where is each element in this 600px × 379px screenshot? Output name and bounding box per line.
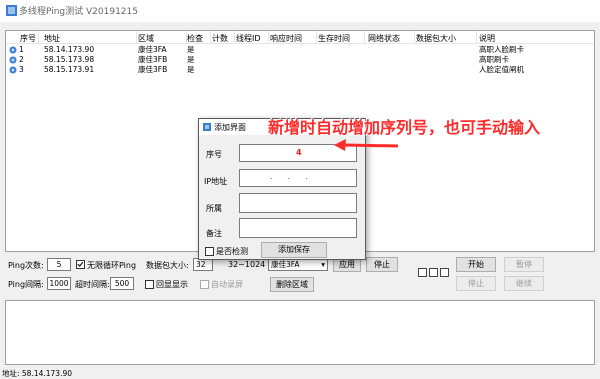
interval-label: Ping间隔: (8, 280, 44, 289)
infinite-loop-label: 无限循环Ping (87, 261, 137, 270)
interval-input[interactable]: 1000 (47, 277, 71, 290)
col-header-addr[interactable]: 地址 (44, 33, 60, 44)
echo-label: 回显显示 (156, 280, 188, 289)
ping-count-label: Ping次数: (8, 261, 44, 270)
grid-header: 序号 地址 区域 检查 计数 线程ID 响应时间 生存时间 网络状态 数据包大小… (6, 31, 594, 44)
timeout-label: 超时间隔: (75, 280, 110, 289)
ip-address-input[interactable]: . . . (239, 169, 357, 187)
start-button[interactable]: 开始 (456, 257, 496, 272)
cell-addr: 58.15.173.98 (44, 55, 95, 64)
ip-label: IP地址 (204, 177, 228, 186)
col-header-area[interactable]: 区域 (138, 33, 154, 44)
col-header-no[interactable]: 序号 (20, 33, 36, 44)
col-header-ttl[interactable]: 生存时间 (318, 33, 350, 44)
cell-addr: 58.14.173.90 (44, 45, 95, 54)
auto-record-label: 自动录屏 (211, 280, 243, 289)
ping-count-input[interactable]: 5 (47, 258, 71, 271)
cell-no: 2 (19, 55, 24, 64)
cell-area: 康佳3FB (138, 55, 168, 64)
log-output[interactable] (5, 300, 595, 365)
cell-check: 是 (187, 45, 195, 54)
pause-button[interactable]: 暂停 (504, 257, 544, 272)
col-header-thread[interactable]: 线程ID (236, 33, 261, 44)
globe-icon (9, 56, 17, 64)
col-header-response[interactable]: 响应时间 (270, 33, 302, 44)
cell-check: 是 (187, 55, 195, 64)
cell-check: 是 (187, 65, 195, 74)
echo-checkbox[interactable] (145, 280, 154, 289)
col-header-check[interactable]: 检查 (187, 33, 203, 44)
app-icon (203, 123, 211, 131)
area-label: 所属 (206, 204, 222, 213)
window-title: 多线程Ping测试 V20191215 (19, 7, 138, 17)
app-icon (6, 5, 17, 16)
cell-no: 1 (19, 45, 24, 54)
cell-note: 高职刷卡 (479, 55, 509, 64)
indicator-2 (429, 268, 438, 277)
chevron-down-icon: ▾ (321, 260, 325, 269)
cell-no: 3 (19, 65, 24, 74)
indicator-1 (418, 268, 427, 277)
status-bar: 地址: 58.14.173.90 (0, 367, 600, 378)
annotation-text: 新增时自动增加序列号，也可手动输入 (268, 118, 541, 137)
infinite-loop-checkbox[interactable] (76, 260, 85, 269)
table-row[interactable]: 3 58.15.173.91 康佳3FB 是 人脸定值闸机 (6, 65, 594, 75)
col-header-packet[interactable]: 数据包大小 (416, 33, 456, 44)
col-header-count[interactable]: 计数 (212, 33, 228, 44)
col-header-network[interactable]: 网络状态 (368, 33, 400, 44)
stop-button[interactable]: 停止 (366, 257, 398, 272)
cell-addr: 58.15.173.91 (44, 65, 95, 74)
title-bar: 多线程Ping测试 V20191215 (0, 0, 600, 22)
add-save-button[interactable]: 添加保存 (261, 242, 327, 258)
col-header-note[interactable]: 说明 (479, 33, 495, 44)
status-text: 地址: 58.14.173.90 (2, 369, 73, 378)
auto-record-checkbox[interactable] (200, 280, 209, 289)
table-row[interactable]: 1 58.14.173.90 康佳3FA 是 高职人脸刷卡 (6, 45, 594, 55)
cell-area: 康佳3FA (138, 45, 167, 54)
globe-icon (9, 46, 17, 54)
table-row[interactable]: 2 58.15.173.98 康佳3FB 是 高职刷卡 (6, 55, 594, 65)
detect-label: 是否检测 (216, 247, 248, 256)
area-input[interactable] (239, 193, 357, 213)
packet-range-label: 32~1024 (228, 260, 266, 269)
note-label: 备注 (206, 229, 222, 238)
continue-button[interactable]: 继续 (504, 276, 544, 291)
note-input[interactable] (239, 218, 357, 238)
serial-value: 4 (296, 148, 302, 157)
globe-icon (9, 66, 17, 74)
cell-note: 人脸定值闸机 (479, 65, 524, 74)
area-select-value: 康佳3FA (271, 260, 300, 269)
halt-button[interactable]: 停止 (456, 276, 496, 291)
packet-size-label: 数据包大小: (146, 261, 189, 270)
timeout-input[interactable]: 500 (110, 277, 134, 290)
indicator-3 (440, 268, 449, 277)
serial-label: 序号 (206, 150, 222, 159)
annotation-arrow-icon (334, 139, 399, 151)
ip-value: . . . (270, 173, 308, 181)
dialog-title: 添加界面 (214, 123, 246, 132)
detect-checkbox[interactable] (205, 247, 214, 256)
cell-area: 康佳3FB (138, 65, 168, 74)
delete-area-button[interactable]: 删除区域 (270, 277, 314, 292)
cell-note: 高职人脸刷卡 (479, 45, 524, 54)
check-icon (77, 261, 84, 267)
